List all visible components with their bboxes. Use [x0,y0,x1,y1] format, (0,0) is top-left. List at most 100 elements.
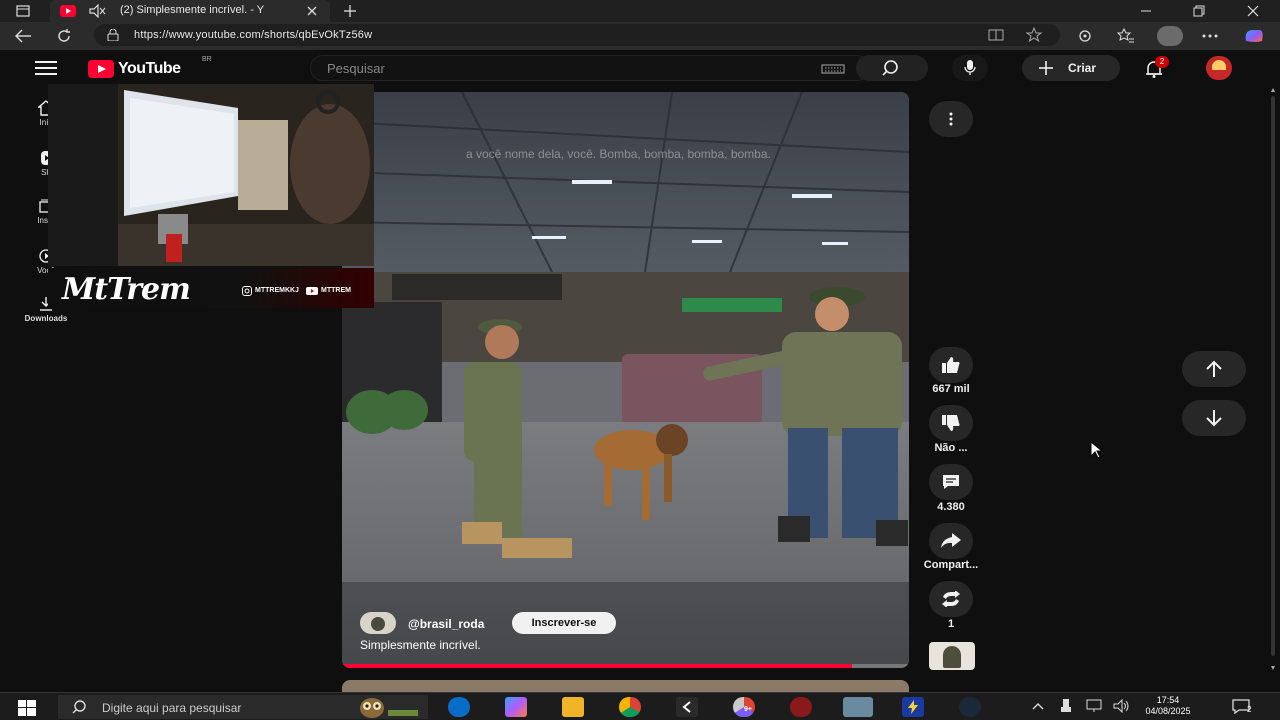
lightning-icon [908,700,918,714]
app-available-icon[interactable] [988,28,1004,42]
sidebar-item-label: Downloads [24,314,68,323]
site-info-icon[interactable] [106,29,120,41]
create-button[interactable]: Criar [1022,55,1120,81]
video-title: Simplesmente incrível. [360,638,481,652]
video-subtitle: a você nome dela, você. Bomba, bomba, bo… [466,147,771,161]
favorite-star-icon[interactable] [1026,27,1042,43]
remix-button[interactable] [929,581,973,617]
remix-icon [942,591,960,607]
network-icon[interactable] [1086,699,1102,713]
search-input[interactable] [327,60,807,77]
channel-name[interactable]: @brasil_roda [408,617,484,631]
subscribe-button[interactable]: Inscrever-se [512,612,616,634]
instagram-icon [242,286,252,296]
youtube-handle: MTTREM [306,284,366,298]
chevron-up-icon[interactable] [1032,702,1044,710]
owl-decoration-icon [360,698,418,718]
volume-icon[interactable] [1113,699,1131,713]
page-scrollbar[interactable] [1270,86,1276,674]
restore-icon[interactable] [1193,5,1205,17]
dislike-label: Não ... [934,442,968,454]
youtube-handle-text: MTTREM [321,287,351,294]
instagram-handle-text: MTTREMKKJ [255,287,299,294]
shorts-video-player[interactable]: a você nome dela, você. Bomba, bomba, bo… [342,92,909,668]
more-options-icon[interactable] [1202,34,1218,38]
share-label: Compart... [923,559,979,571]
file-explorer-icon[interactable] [562,697,584,717]
streamer-banner: MtTrem MTTREMKKJ MTTREM [48,268,374,308]
windows-taskbar: Digite aqui para pesquisar 9+ 17:54 04/0… [0,692,1280,720]
browser-tab[interactable]: (2) Simplesmente incrível. - Y [50,0,330,22]
clock-date: 04/08/2025 [1145,706,1191,716]
microphone-icon [964,60,976,75]
channel-avatar[interactable] [360,612,396,634]
close-window-icon[interactable] [1247,5,1259,17]
edge-taskbar-icon[interactable] [448,697,470,717]
voice-search-button[interactable] [952,55,988,81]
chrome-badge: 9+ [744,706,752,713]
dislike-button[interactable] [929,405,973,441]
like-button[interactable] [929,347,973,383]
address-bar[interactable]: https://www.youtube.com/shorts/qbEvOkTz5… [94,24,1060,46]
scrollbar-track [1271,88,1275,670]
menu-icon[interactable] [35,61,57,75]
webcam-overlay [48,84,374,266]
taskbar-clock[interactable]: 17:54 04/08/2025 [1140,695,1196,717]
steam-taskbar-icon[interactable] [959,697,981,717]
browser-tab-bar: (2) Simplesmente incrível. - Y [0,0,1280,22]
arrow-down-icon [1206,410,1222,427]
notifications-button[interactable]: 2 [1143,56,1169,80]
extensions-icon[interactable] [1077,28,1093,44]
youtube-header: YouTube BR Criar 2 [0,50,1280,86]
share-button[interactable] [929,523,973,559]
usb-device-icon[interactable] [1060,699,1072,713]
keyboard-icon[interactable] [821,64,845,74]
chrome-profile-taskbar-icon[interactable]: 9+ [733,697,755,717]
search-button[interactable] [856,55,928,81]
active-window-taskbar-icon[interactable] [843,697,873,717]
logo-text: YouTube [118,60,181,77]
profile-avatar[interactable] [1157,26,1183,46]
youtube-favicon-icon [60,5,76,17]
tab-actions-icon[interactable] [16,5,30,17]
back-icon[interactable] [14,29,32,43]
next-short-button[interactable] [1182,400,1246,436]
search-icon [72,700,86,714]
notification-badge: 2 [1155,56,1169,68]
share-icon [941,533,961,548]
minimize-icon[interactable] [1140,5,1152,17]
vertical-dots-icon [949,112,953,126]
search-box[interactable] [310,55,870,81]
taskbar-search[interactable]: Digite aqui para pesquisar [58,695,428,719]
sound-thumbnail[interactable] [929,642,975,670]
chrome-taskbar-icon[interactable] [619,697,641,717]
mouse-cursor-icon [1090,441,1104,459]
notification-center-count: 2 [1247,705,1252,714]
favorites-icon[interactable] [1117,28,1135,44]
back-arrow-app-icon[interactable] [676,697,698,717]
account-avatar[interactable] [1206,56,1232,80]
obs-taskbar-icon[interactable] [790,697,812,717]
streamer-name: MtTrem [62,272,191,307]
create-label: Criar [1068,61,1097,75]
tab-mute-icon[interactable] [88,4,106,18]
webcam-frame [48,84,374,266]
reload-icon[interactable] [56,28,72,44]
close-tab-icon[interactable] [306,5,318,17]
comments-button[interactable] [929,464,973,500]
avatar-face [1212,60,1226,70]
copilot-taskbar-icon[interactable] [505,697,527,717]
previous-short-button[interactable] [1182,351,1246,387]
taskbar-search-placeholder: Digite aqui para pesquisar [102,701,242,715]
copilot-icon[interactable] [1242,27,1266,45]
browser-toolbar: https://www.youtube.com/shorts/qbEvOkTz5… [0,22,1280,50]
new-tab-icon[interactable] [343,4,357,18]
progress-bar[interactable] [342,664,909,668]
more-actions-button[interactable] [929,101,973,137]
comment-icon [943,475,959,489]
search-icon [882,60,898,76]
windows-start-icon[interactable] [18,700,36,716]
url-text[interactable]: https://www.youtube.com/shorts/qbEvOkTz5… [134,29,372,41]
app-lightning-taskbar-icon[interactable] [902,697,924,717]
notification-center-button[interactable]: 2 [1232,698,1258,716]
